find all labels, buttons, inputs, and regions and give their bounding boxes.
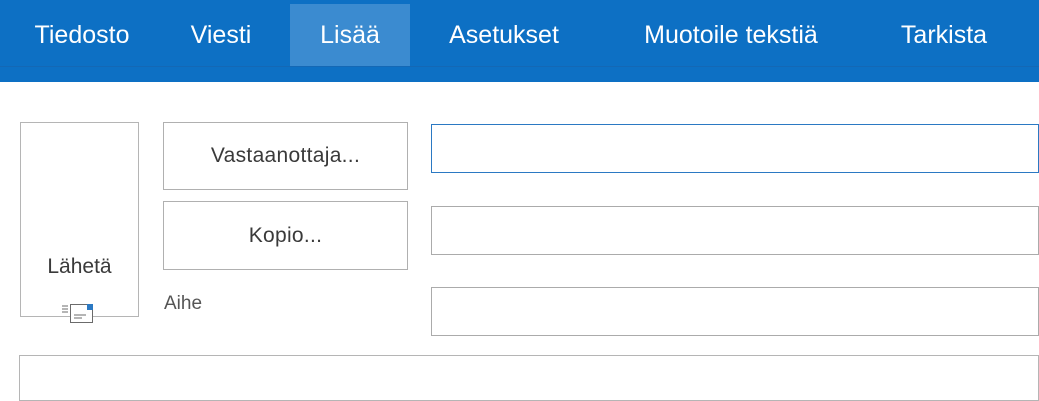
to-field[interactable]: [431, 124, 1039, 173]
tab-file[interactable]: Tiedosto: [6, 4, 158, 66]
message-body[interactable]: [19, 355, 1039, 401]
ribbon-divider: [0, 66, 1039, 67]
send-label: Lähetä: [47, 255, 112, 278]
subject-label: Aihe: [164, 293, 203, 314]
subject-field[interactable]: [431, 287, 1039, 336]
ribbon-tab-bar: Tiedosto Viesti Lisää Asetukset Muotoile…: [0, 0, 1039, 82]
tab-review[interactable]: Tarkista: [877, 4, 1011, 66]
tab-insert[interactable]: Lisää: [290, 4, 410, 66]
to-button[interactable]: Vastaanottaja...: [163, 122, 408, 190]
cc-button[interactable]: Kopio...: [163, 201, 408, 270]
cc-field[interactable]: [431, 206, 1039, 255]
send-button[interactable]: Lähetä: [20, 122, 139, 323]
envelope-send-icon: [62, 304, 93, 323]
tab-format-text[interactable]: Muotoile tekstiä: [611, 4, 851, 66]
tab-options[interactable]: Asetukset: [425, 4, 583, 66]
tab-message[interactable]: Viesti: [168, 4, 274, 66]
